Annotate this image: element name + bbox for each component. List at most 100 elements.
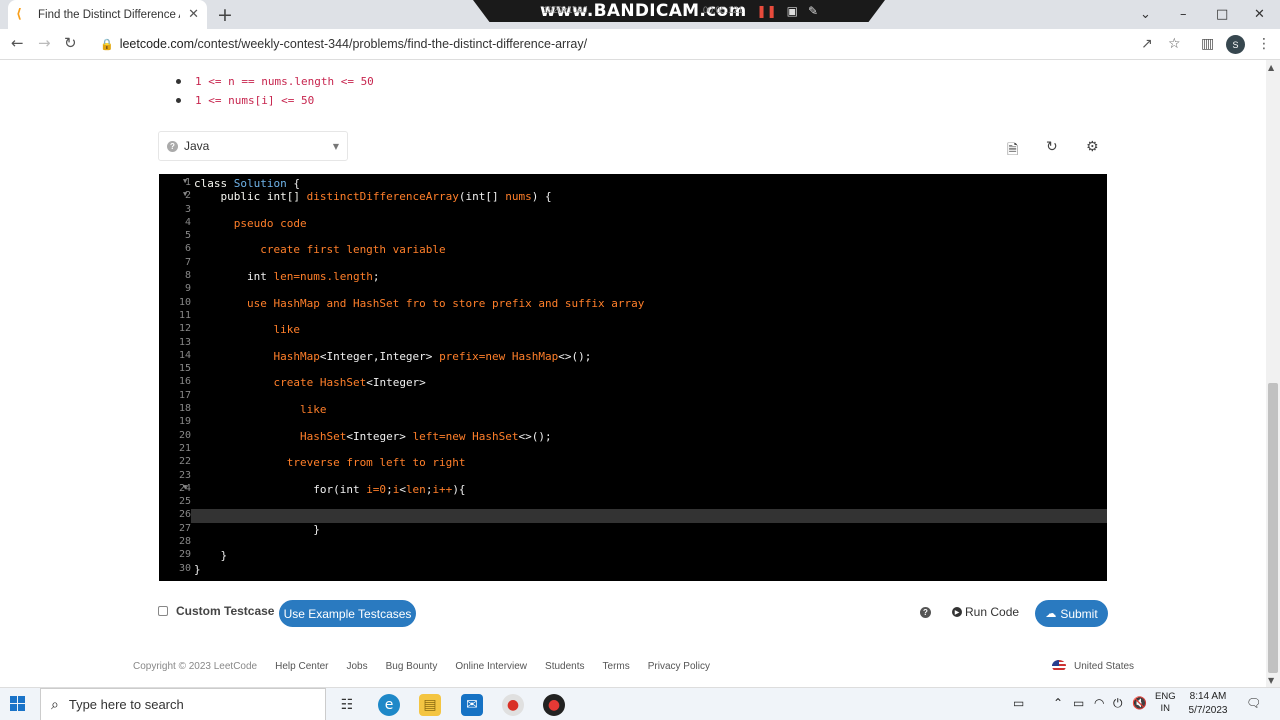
file-icon[interactable]: 🗎 (1007, 139, 1018, 163)
footer-link-online-interview[interactable]: Online Interview (455, 661, 527, 672)
battery-icon[interactable]: ▭ (1073, 696, 1084, 710)
scroll-down-icon[interactable]: ▼ (1268, 676, 1274, 685)
custom-testcase-checkbox[interactable] (158, 606, 168, 616)
code-line[interactable] (194, 257, 1107, 270)
code-line[interactable]: like (194, 403, 1107, 416)
code-line[interactable]: } (194, 523, 1107, 536)
menu-icon[interactable]: ⋮ (1257, 36, 1271, 52)
language-indicator[interactable]: ENG IN (1155, 691, 1176, 715)
code-line[interactable] (194, 536, 1107, 549)
pencil-icon[interactable]: ✎ (808, 4, 818, 18)
code-token: nums (505, 190, 532, 204)
power-icon[interactable]: ⏻ (1113, 696, 1123, 711)
footer-link-terms[interactable]: Terms (603, 661, 630, 672)
fold-arrow-icon[interactable]: ▼ (183, 177, 187, 185)
system-clock[interactable]: 8:14 AM 5/7/2023 (1183, 690, 1233, 718)
code-line[interactable] (194, 363, 1107, 376)
code-line[interactable] (191, 509, 1107, 523)
wifi-icon[interactable]: ◠ (1094, 696, 1104, 710)
code-line[interactable] (194, 230, 1107, 243)
new-tab-button[interactable]: + (217, 4, 233, 26)
code-line[interactable] (194, 416, 1107, 429)
maximize-icon[interactable]: □ (1216, 0, 1228, 29)
use-example-testcases-button[interactable]: Use Example Testcases (279, 600, 416, 627)
taskbar-search-box[interactable]: ⌕ Type here to search (40, 688, 326, 720)
page-footer: Copyright © 2023 LeetCode Help Center Jo… (133, 661, 710, 672)
run-code-button[interactable]: ▶ Run Code (952, 605, 1019, 619)
address-bar: ← → ↻ 🔒 leetcode.com/contest/weekly-conte… (0, 29, 1280, 60)
code-line[interactable]: } (194, 549, 1107, 562)
code-line[interactable]: public int[] distinctDifferenceArray(int… (194, 190, 1107, 203)
footer-link-privacy-policy[interactable]: Privacy Policy (648, 661, 710, 672)
settings-gear-icon[interactable]: ⚙ (1086, 139, 1099, 155)
code-line[interactable] (194, 283, 1107, 296)
custom-testcase-toggle[interactable]: Custom Testcase (158, 604, 274, 618)
windows-start-icon[interactable] (10, 696, 26, 712)
code-line[interactable]: use HashMap and HashSet fro to store pre… (194, 297, 1107, 310)
code-line[interactable]: like (194, 323, 1107, 336)
close-tab-icon[interactable]: ✕ (188, 7, 199, 22)
code-line[interactable]: pseudo code (194, 217, 1107, 230)
browser-tab[interactable]: ⟨ Find the Distinct Difference Arra ✕ (8, 0, 207, 29)
url-field[interactable]: 🔒 leetcode.com/contest/weekly-contest-344… (100, 37, 587, 51)
code-line[interactable]: create first length variable (194, 243, 1107, 256)
submit-button[interactable]: ☁ Submit (1035, 600, 1108, 627)
clock-time: 8:14 AM (1189, 691, 1227, 702)
code-line[interactable]: } (194, 563, 1107, 576)
code-line[interactable] (194, 496, 1107, 509)
code-editor[interactable]: 1 ▼ 2 ▼ 3 4 5 6 7 8 9 10 11 12 13 14 15 16 17 18 19 20 21 22 23 2… (159, 174, 1107, 581)
code-line[interactable]: HashMap<Integer,Integer> prefix=new Hash… (194, 350, 1107, 363)
sidebar-icon[interactable]: ▥ (1201, 36, 1214, 52)
code-line[interactable]: int len=nums.length; (194, 270, 1107, 283)
line-number: 15 (178, 363, 191, 375)
code-line[interactable] (194, 390, 1107, 403)
code-line[interactable]: class Solution { (194, 177, 1107, 190)
reset-code-icon[interactable]: ↻ (1046, 139, 1058, 155)
show-hidden-icons-icon[interactable]: ⌃ (1053, 696, 1063, 710)
footer-link-jobs[interactable]: Jobs (346, 661, 367, 672)
code-line[interactable]: for(int i=0;i<len;i++){ (194, 483, 1107, 496)
edge-browser-icon[interactable]: e (378, 694, 400, 716)
forward-icon[interactable]: → (38, 34, 51, 52)
minimize-icon[interactable]: – (1180, 0, 1187, 29)
fold-arrow-icon[interactable]: ▼ (183, 190, 187, 198)
camera-icon[interactable]: ▣ (787, 4, 798, 18)
code-line[interactable] (194, 204, 1107, 217)
country-selector[interactable]: United States (1052, 660, 1134, 672)
pause-icon[interactable]: ❚❚ (757, 4, 777, 18)
share-icon[interactable]: ↗ (1141, 36, 1153, 52)
code-line[interactable] (194, 443, 1107, 456)
task-view-icon[interactable]: ☷ (336, 694, 358, 716)
footer-link-students[interactable]: Students (545, 661, 584, 672)
notifications-icon[interactable]: 🗨 (1246, 696, 1261, 710)
footer-link-help-center[interactable]: Help Center (275, 661, 328, 672)
line-number: 25 (178, 496, 191, 508)
code-line[interactable]: treverse from left to right (194, 456, 1107, 469)
code-token: treverse from left to right (194, 456, 466, 470)
volume-icon[interactable]: 🔇 (1132, 696, 1147, 710)
help-icon[interactable]: ? (920, 607, 931, 618)
code-line[interactable] (194, 470, 1107, 483)
bandicam-record-icon[interactable]: ● (543, 694, 565, 716)
profile-avatar[interactable]: S (1226, 35, 1245, 54)
footer-link-bug-bounty[interactable]: Bug Bounty (386, 661, 438, 672)
fold-arrow-icon[interactable]: ▼ (183, 483, 187, 491)
code-area[interactable]: class Solution { public int[] distinctDi… (191, 177, 1107, 576)
code-token: } (194, 522, 320, 536)
code-line[interactable] (194, 310, 1107, 323)
code-line[interactable]: HashSet<Integer> left=new HashSet<>(); (194, 430, 1107, 443)
code-line[interactable]: create HashSet<Integer> (194, 376, 1107, 389)
chrome-icon[interactable]: ● (502, 694, 524, 716)
tab-search-icon[interactable]: ⌄ (1140, 0, 1151, 29)
close-window-icon[interactable]: ✕ (1254, 0, 1265, 29)
code-line[interactable] (194, 337, 1107, 350)
back-icon[interactable]: ← (11, 34, 24, 52)
bookmark-star-icon[interactable]: ☆ (1168, 36, 1181, 52)
page-scrollbar-thumb[interactable] (1268, 383, 1278, 673)
scroll-up-icon[interactable]: ▲ (1268, 63, 1274, 72)
file-explorer-icon[interactable]: ▤ (419, 694, 441, 716)
notification-panel-icon[interactable]: ▭ (1013, 696, 1024, 710)
mail-icon[interactable]: ✉ (461, 694, 483, 716)
language-select[interactable]: ? Java ▼ (158, 131, 348, 161)
reload-icon[interactable]: ↻ (64, 34, 77, 52)
